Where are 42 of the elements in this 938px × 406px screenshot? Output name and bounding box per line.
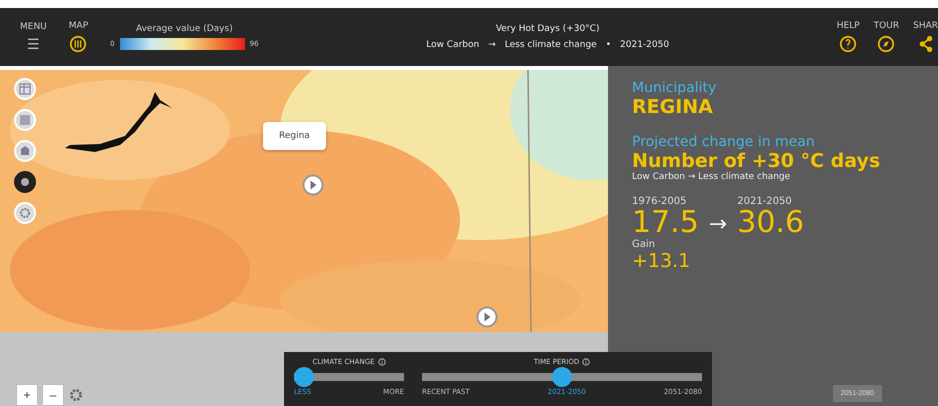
house-icon <box>19 145 31 157</box>
slider-thumb[interactable] <box>294 367 314 387</box>
zoom-button[interactable]: + <box>16 384 38 406</box>
value-text: 30.6 <box>737 207 804 239</box>
period-label: 1976-2005 <box>632 196 688 207</box>
scenario-text: Low Carbon → Less climate change <box>632 172 790 182</box>
map-icon[interactable] <box>69 35 88 53</box>
share-icon[interactable] <box>916 35 935 53</box>
action-label: HELP <box>836 21 860 31</box>
metric-name: Number of +30 °C days <box>632 150 880 172</box>
place-label: Municipality <box>632 80 716 96</box>
slider-thumb[interactable] <box>552 367 572 387</box>
gear-icon <box>19 207 31 219</box>
grid-icon <box>19 83 31 95</box>
legend-title: Average value (Days) <box>136 24 233 34</box>
help-icon[interactable] <box>839 35 858 53</box>
scenario-text: Low Carbon <box>426 40 480 50</box>
settings-icon[interactable] <box>68 387 84 403</box>
scenario-text: Less climate change <box>504 40 597 50</box>
scenario-text: • <box>606 40 612 50</box>
compass-icon[interactable] <box>877 35 896 53</box>
gain-value: +13.1 <box>632 250 690 272</box>
menu-button[interactable]: ☰ <box>26 36 40 52</box>
place-name: REGINA <box>632 96 713 118</box>
dot-icon <box>19 176 31 188</box>
zoom-button[interactable]: – <box>42 384 64 406</box>
square-icon <box>19 114 31 126</box>
gain-label: Gain <box>632 239 655 250</box>
action-label: SHAR <box>913 21 938 31</box>
action-label: TOUR <box>874 21 900 31</box>
period-label: 2021-2050 <box>737 196 793 207</box>
info-icon[interactable] <box>582 358 590 366</box>
scenario-text: → <box>488 40 496 50</box>
map-label: MAP <box>68 21 88 31</box>
arrow-text: → <box>708 212 728 237</box>
view-title: Very Hot Days (+30°C) <box>496 24 600 34</box>
info-icon[interactable] <box>378 358 386 366</box>
value-text: 17.5 <box>632 207 699 239</box>
place-tooltip: Regina <box>263 122 326 150</box>
scenario-text: 2021-2050 <box>620 40 670 50</box>
metric-label: Projected change in mean <box>632 134 815 150</box>
menu-label: MENU <box>20 22 47 32</box>
